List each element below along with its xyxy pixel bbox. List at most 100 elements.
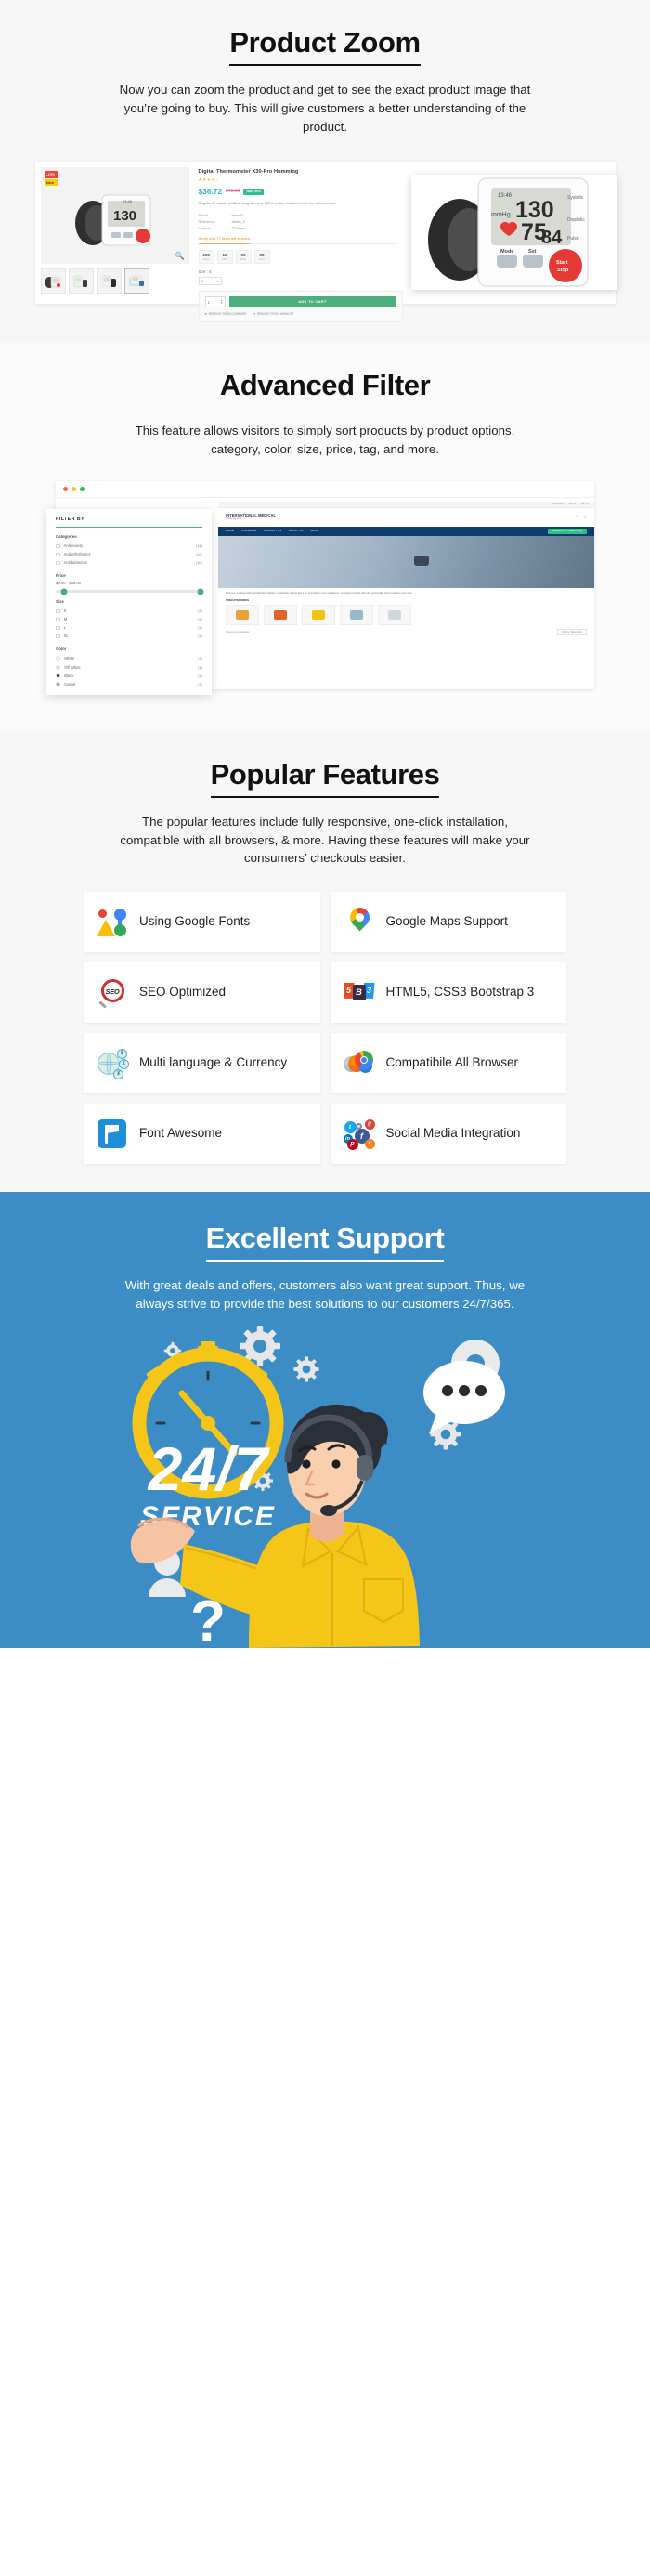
filter-panel-heading: FILTER BY	[56, 516, 85, 522]
sort-dropdown[interactable]: Sort by: Relevance	[557, 629, 587, 636]
nav-item-home[interactable]: HOME	[226, 530, 234, 532]
feature-label: Compatibile All Browser	[385, 1055, 519, 1070]
chat-bubble-icon	[423, 1360, 505, 1434]
support-illustration: 24/7 SERVICE ?	[0, 1314, 650, 1648]
checkbox-icon[interactable]	[56, 634, 60, 639]
feature-card-html5-css3[interactable]: 53B HTML5, CSS3 Bootstrap 3	[330, 962, 566, 1024]
svg-text:mmHg: mmHg	[491, 212, 511, 218]
filter-option-antiarrhythmics[interactable]: Antiarrhythmics (10)	[56, 550, 202, 558]
nav-item-standard[interactable]: STANDARD	[241, 530, 256, 532]
zoomed-preview-overlay: 13:46 mmHg 130 75 84 Systolic Diastolic …	[410, 175, 618, 291]
color-swatch-icon[interactable]	[56, 664, 61, 670]
maximize-window-dot[interactable]	[80, 486, 84, 491]
filter-option-color-black[interactable]: Black (4)	[56, 672, 202, 680]
filter-option-count: (10)	[195, 560, 202, 566]
support-headline: 24/7	[147, 1434, 271, 1503]
feature-card-multi-language[interactable]: $ € ¥ Multi language & Currency	[84, 1033, 320, 1094]
countdown-unit: 408 Days	[198, 250, 214, 265]
nav-item-about[interactable]: ABOUT US	[289, 530, 303, 532]
filter-option-size-m[interactable]: M (5)	[56, 615, 202, 623]
feature-label: SEO Optimized	[139, 985, 227, 1000]
thumbnail-2[interactable]	[68, 268, 94, 294]
page-title-excellent-support: Excellent Support	[205, 1222, 445, 1262]
filter-option-size-s[interactable]: S (4)	[56, 607, 202, 615]
price-range-slider[interactable]	[56, 588, 204, 595]
feature-card-seo[interactable]: SEO SEO Optimized	[84, 962, 320, 1024]
size-select[interactable]: S ▾	[198, 277, 222, 286]
minimize-window-dot[interactable]	[72, 486, 76, 491]
store-header-actions: ✆ 🛒	[576, 516, 587, 518]
product-save-badge: Save 20%	[243, 188, 265, 196]
checkbox-icon[interactable]	[56, 543, 60, 549]
filter-option-color-off-white[interactable]: Off White (1)	[56, 663, 202, 672]
filter-option-count: (4)	[198, 673, 202, 678]
topbar-link-contact[interactable]: Contact us	[552, 503, 564, 505]
subcategory-card[interactable]	[302, 605, 335, 626]
filter-group-size-label: Size	[56, 599, 64, 605]
subcategory-card[interactable]	[226, 605, 259, 626]
filter-option-label: M	[63, 617, 68, 622]
color-swatch-icon[interactable]	[56, 681, 61, 687]
checkbox-icon[interactable]	[56, 552, 60, 557]
checkbox-icon[interactable]	[56, 617, 60, 622]
feature-card-google-maps[interactable]: Google Maps Support	[330, 892, 566, 953]
remove-from-wishlist-link[interactable]: ♥ REMOVE FROM WISHLIST	[254, 312, 293, 316]
store-logo[interactable]: INTERNATIONAL MEDICAL Healthcare store	[226, 514, 276, 520]
checkbox-icon[interactable]	[56, 560, 60, 566]
nav-item-blog[interactable]: BLOG	[311, 530, 318, 532]
advanced-filter-subtitle: This feature allows visitors to simply s…	[135, 424, 515, 457]
cart-icon[interactable]: 🛒	[584, 516, 587, 518]
remove-from-compare-link[interactable]: ⇄ REMOVE FROM COMPARE	[205, 312, 247, 316]
search-button[interactable]: SEARCH IN MEDICINE	[547, 528, 587, 534]
price-slider-knob-max[interactable]	[197, 588, 204, 595]
countdown-value: 56	[240, 253, 246, 258]
nav-item-contact[interactable]: CONTACT US	[264, 530, 281, 532]
new-badge: New	[44, 179, 58, 187]
svg-text:Systolic: Systolic	[567, 195, 584, 201]
countdown-value: 28	[259, 253, 265, 258]
svg-text:Start: Start	[556, 260, 568, 266]
subcategory-card[interactable]	[340, 605, 373, 626]
thumbnail-3[interactable]	[96, 268, 122, 294]
color-swatch-icon[interactable]	[56, 656, 61, 661]
checkbox-icon[interactable]	[56, 608, 60, 614]
subcategory-card[interactable]	[264, 605, 297, 626]
product-action-links: ⇄ REMOVE FROM COMPARE ♥ REMOVE FROM WISH…	[205, 312, 396, 316]
feature-card-browsers[interactable]: Compatibile All Browser	[330, 1033, 566, 1094]
phone-icon: ✆	[575, 516, 578, 519]
section-advanced-filter: Advanced Filter This feature allows visi…	[0, 343, 650, 732]
subcategory-card[interactable]	[378, 605, 411, 626]
filter-option-size-xl[interactable]: XL (2)	[56, 632, 202, 640]
attribute-value: : 77 Items	[229, 226, 246, 231]
filter-option-count: (3)	[198, 625, 202, 631]
filter-option-antibacterials[interactable]: Antibacterials (10)	[56, 558, 202, 567]
section-popular-features: Popular Features The popular features in…	[0, 731, 650, 1193]
filter-option-antianxiety[interactable]: Antianxiety (11)	[56, 542, 202, 550]
filter-option-color-camel[interactable]: Camel (3)	[56, 680, 202, 688]
filter-option-size-l[interactable]: L (3)	[56, 623, 202, 632]
filter-option-color-white[interactable]: White (4)	[56, 654, 202, 662]
topbar-link-cart[interactable]: Cart (0)	[580, 503, 589, 505]
magnifier-icon[interactable]: 🔍	[176, 252, 185, 260]
feature-card-font-awesome[interactable]: Font Awesome	[84, 1104, 320, 1165]
color-swatch-icon[interactable]	[56, 673, 61, 678]
product-main-image[interactable]: -20% New 130 13:46 🔍	[40, 167, 189, 265]
thumbnail-1[interactable]	[40, 268, 66, 294]
quantity-stepper[interactable]: 1 ▴ ▾	[204, 296, 226, 308]
page-title-popular-features: Popular Features	[210, 758, 440, 798]
features-grid: Using Google Fonts Google Maps Support S…	[84, 892, 566, 1192]
price-slider-knob-min[interactable]	[60, 588, 68, 595]
product-gallery: -20% New 130 13:46 🔍	[35, 162, 195, 304]
checkbox-icon[interactable]	[56, 625, 60, 631]
advanced-filter-title-wrap: Advanced Filter	[0, 343, 650, 407]
browsers-icon	[343, 1048, 375, 1079]
add-to-cart-button[interactable]: ADD TO CART	[228, 296, 396, 308]
feature-card-google-fonts[interactable]: Using Google Fonts	[84, 892, 320, 953]
close-window-dot[interactable]	[63, 486, 68, 491]
filter-option-count: (3)	[198, 682, 202, 687]
thumbnail-4[interactable]	[124, 268, 150, 294]
seo-magnifier-icon: SEO	[97, 977, 128, 1009]
topbar-link-signin[interactable]: Sign in	[568, 503, 576, 505]
filter-group-color-label: Color	[56, 647, 67, 652]
feature-card-social-media[interactable]: t ✉ g in f p ≈ Social Media Integration	[330, 1104, 566, 1165]
